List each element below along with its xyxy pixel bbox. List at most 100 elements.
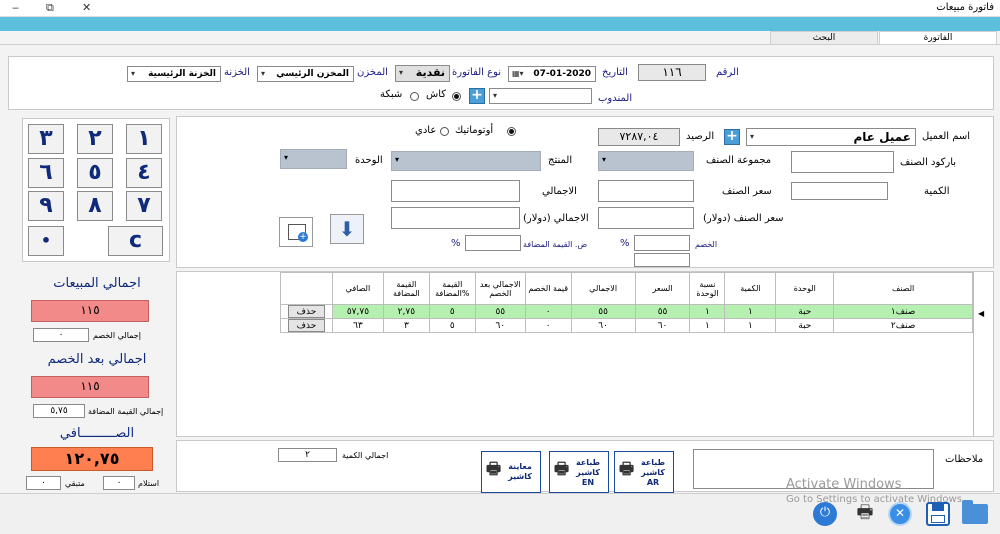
col-total: الاجمالي: [570, 272, 636, 305]
balance-field: ٧٢٨٧,٠٤: [598, 128, 680, 146]
delete-row-button[interactable]: حذف: [287, 305, 326, 318]
cash-radio[interactable]: [452, 92, 461, 101]
keypad-key-3[interactable]: ٣: [28, 124, 64, 154]
vat-total-label: إجمالي القيمة المضافة: [88, 407, 164, 416]
rep-select[interactable]: ▾: [489, 88, 592, 104]
col-item: الصنف: [833, 272, 973, 305]
chevron-down-icon: ▾: [261, 69, 266, 78]
keypad-key-clear[interactable]: c: [108, 226, 163, 256]
vat-total-value: ٥,٧٥: [33, 404, 85, 418]
table-row[interactable]: حذف ٥٧,٧٥ ٢,٧٥ ٥ ٥٥ ٠ ٥٥ ٥٥ ١ ١ حبة صنف١: [280, 304, 973, 319]
maximize-icon[interactable]: ⧉: [46, 1, 54, 15]
discount-pct-label: %: [620, 238, 630, 249]
total-usd-label: الاجمالي (دولار): [523, 213, 589, 224]
col-qty: الكمية: [724, 272, 777, 305]
save-icon[interactable]: [926, 502, 950, 526]
keypad-key-4[interactable]: ٤: [126, 158, 162, 188]
network-radio[interactable]: [410, 92, 419, 101]
close-icon[interactable]: ✕: [82, 1, 91, 14]
date-picker[interactable]: ▦▾ 07-01-2020: [508, 66, 596, 82]
invoice-type-select[interactable]: ▾ نقدية: [395, 65, 450, 82]
group-label: مجموعة الصنف: [706, 155, 772, 166]
store-select[interactable]: ▾ المخزن الرئيسي: [257, 66, 354, 82]
col-price: السعر: [634, 272, 691, 305]
store-label: المخزن: [357, 67, 388, 78]
qty-input[interactable]: [791, 182, 888, 200]
col-unit: الوحدة: [775, 272, 835, 305]
chevron-down-icon: ▾: [395, 155, 400, 164]
col-net: الصافي: [331, 272, 384, 305]
auto-radio[interactable]: [507, 127, 516, 136]
cashbox-label: الخزنة: [224, 67, 250, 78]
add-to-grid-button[interactable]: ⬇: [330, 214, 364, 244]
barcode-input[interactable]: [791, 151, 894, 173]
group-select[interactable]: ▾: [598, 151, 694, 171]
vat-pct-label: %: [451, 238, 461, 249]
received-field[interactable]: ٠: [103, 476, 135, 490]
sales-total-value: ١١٥: [31, 300, 149, 322]
chevron-down-icon: ▾: [493, 91, 498, 100]
barcode-label: باركود الصنف: [900, 157, 957, 168]
col-discount: قيمة الخصم: [524, 272, 572, 305]
add-customer-button[interactable]: +: [724, 129, 740, 145]
net-value: ١٢٠,٧٥: [31, 447, 153, 471]
product-label: المنتج: [548, 155, 573, 166]
printer-icon: 🖶: [486, 459, 502, 478]
tab-search[interactable]: البحث: [770, 31, 878, 44]
cashbox-select[interactable]: ▾ الخزنة الرئيسية: [127, 66, 221, 82]
qty-total-label: اجمالي الكمية: [342, 451, 389, 460]
discount-input[interactable]: [634, 235, 690, 251]
price-usd-label: سعر الصنف (دولار): [703, 213, 784, 224]
keypad-key-5[interactable]: ٥: [77, 158, 113, 188]
keypad-key-6[interactable]: ٦: [28, 158, 64, 188]
invoice-number-field: ١١٦: [638, 64, 706, 81]
keypad-key-8[interactable]: ٨: [77, 191, 113, 221]
total-usd-field: [391, 207, 520, 229]
preview-cashier-button[interactable]: 🖶 معاينة كاشير: [481, 451, 541, 493]
watermark-title: Activate Windows: [786, 477, 902, 492]
sales-total-title: اجمالي المبيعات: [53, 276, 141, 291]
keypad-key-dot[interactable]: •: [28, 226, 64, 256]
new-item-button[interactable]: +: [279, 217, 313, 247]
auto-label: أوتوماتيك: [455, 125, 494, 136]
print-cashier-en-button[interactable]: 🖶 طباعة كاشير EN: [549, 451, 609, 493]
product-select[interactable]: ▾: [391, 151, 541, 171]
vat-input[interactable]: [465, 235, 521, 251]
add-rep-button[interactable]: +: [469, 88, 485, 104]
keypad-key-1[interactable]: ١: [126, 124, 162, 154]
normal-radio[interactable]: [440, 127, 449, 136]
discount-total-value: ٠: [33, 328, 89, 342]
delete-row-button[interactable]: حذف: [287, 319, 326, 332]
total-field: [391, 180, 520, 202]
discount-total-label: إجمالي الخصم: [93, 331, 141, 340]
unit-select[interactable]: ▾: [280, 149, 347, 169]
after-discount-value: ١١٥: [31, 376, 149, 398]
print-cashier-ar-button[interactable]: 🖶 طباعة كاشير AR: [614, 451, 674, 493]
table-row[interactable]: حذف ٦٣ ٣ ٥ ٦٠ ٠ ٦٠ ٦٠ ١ ١ حبة صنف٢: [280, 318, 973, 333]
date-label: التاريخ: [602, 67, 628, 78]
col-after-discount: الاجمالي بعد الخصم: [474, 272, 526, 305]
unit-label: الوحدة: [355, 155, 383, 166]
tab-invoice[interactable]: الفاتورة: [879, 31, 997, 44]
qty-total-value: ٢: [278, 448, 337, 462]
keypad-key-9[interactable]: ٩: [28, 191, 64, 221]
cancel-icon[interactable]: ✕: [888, 502, 912, 526]
power-icon[interactable]: ⏻: [813, 502, 837, 526]
folder-open-icon[interactable]: [962, 500, 988, 524]
price-usd-input[interactable]: [598, 207, 694, 229]
keypad-key-2[interactable]: ٢: [77, 124, 113, 154]
minimize-icon[interactable]: ‒: [12, 1, 19, 14]
total-label: الاجمالي: [542, 186, 577, 197]
chevron-down-icon: ▾: [399, 68, 404, 77]
accent-strip: [0, 17, 1000, 31]
received-label: استلام: [138, 479, 160, 488]
chevron-down-icon: ▾: [131, 69, 136, 78]
tab-divider: [0, 44, 1000, 45]
printer-icon[interactable]: 🖶: [853, 502, 877, 526]
col-vat-pct: القيمة المضافة%: [428, 272, 476, 305]
calendar-icon[interactable]: ▦▾: [512, 67, 524, 81]
keypad-key-7[interactable]: ٧: [126, 191, 162, 221]
discount-value-field: [634, 253, 690, 267]
price-input[interactable]: [598, 180, 694, 202]
customer-select[interactable]: ▾ عميل عام: [746, 128, 916, 146]
